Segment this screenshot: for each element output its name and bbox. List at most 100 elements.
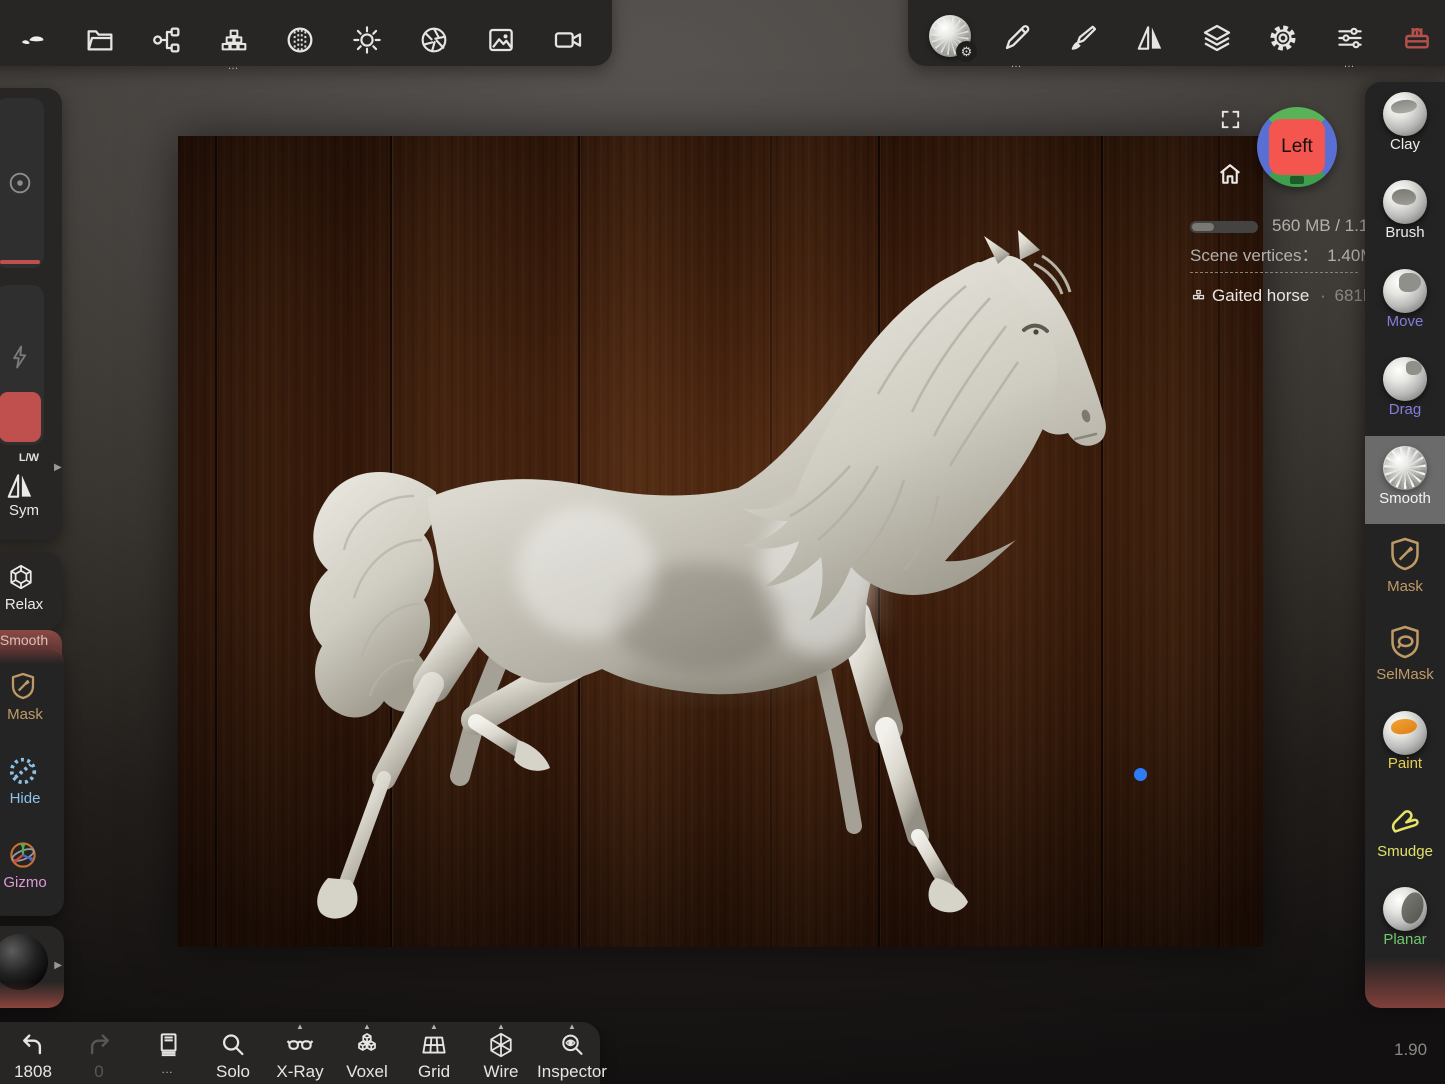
- hide-dither-icon[interactable]: [6, 754, 40, 788]
- radius-slider[interactable]: [0, 98, 44, 268]
- history-more-dots: …: [136, 1062, 200, 1076]
- voxel-button[interactable]: ▲ Voxel: [335, 1030, 399, 1082]
- camera-button[interactable]: [544, 16, 592, 64]
- fullscreen-icon[interactable]: [1219, 108, 1242, 131]
- tool-brush[interactable]: Brush: [1365, 170, 1445, 258]
- memory-progress-fill: [1192, 223, 1214, 231]
- settings-gear-icon: [1267, 22, 1299, 54]
- tool-drag[interactable]: Drag: [1365, 347, 1445, 435]
- scene-graph-button[interactable]: [143, 16, 191, 64]
- hide-label[interactable]: Hide: [0, 790, 64, 807]
- mask-hide-gizmo-panel: Mask Hide Gizmo: [0, 648, 64, 916]
- grid-icon: [419, 1030, 449, 1060]
- tool-smooth[interactable]: Smooth: [1365, 436, 1445, 524]
- tool-paint[interactable]: Paint: [1365, 701, 1445, 789]
- mask-shield-icon[interactable]: [7, 670, 39, 702]
- topology-button[interactable]: …: [210, 16, 258, 64]
- lighting-button[interactable]: [343, 16, 391, 64]
- gizmo-label[interactable]: Gizmo: [0, 874, 64, 891]
- symmetry-button[interactable]: [1126, 14, 1174, 62]
- paint-sphere-icon: [1383, 711, 1427, 755]
- wire-caret-icon[interactable]: ▲: [469, 1022, 533, 1031]
- radius-icon: [6, 169, 34, 197]
- toolbox-button[interactable]: [1393, 14, 1441, 62]
- symmetry-mirror-icon: [1134, 22, 1166, 54]
- app-logo-button[interactable]: [9, 16, 57, 64]
- brush-sliders-panel: L/W ▶ Sym: [0, 88, 62, 540]
- stroke-cursor-dot: [1134, 768, 1147, 781]
- active-tool-preview[interactable]: ⚙: [926, 12, 974, 60]
- tool-smudge[interactable]: Smudge: [1365, 789, 1445, 877]
- voxel-caret-icon[interactable]: ▲: [335, 1022, 399, 1031]
- material-sphere-icon: [284, 24, 316, 56]
- solo-button[interactable]: Solo: [201, 1030, 265, 1082]
- stroke-pencil-button[interactable]: …: [993, 14, 1041, 62]
- material-button[interactable]: [276, 16, 324, 64]
- painting-button[interactable]: [1059, 14, 1107, 62]
- horse-sculpture: [178, 136, 1263, 947]
- tool-settings-gear-icon[interactable]: ⚙: [956, 41, 977, 62]
- smudge-finger-icon: [1385, 799, 1425, 839]
- tool-move[interactable]: Move: [1365, 259, 1445, 347]
- scene-vertices-label: Scene vertices：: [1190, 246, 1319, 265]
- intensity-lightning-icon: [6, 343, 34, 371]
- home-view-icon[interactable]: [1216, 160, 1244, 188]
- sculpt-viewport[interactable]: [178, 136, 1263, 947]
- sliders-more-dots: …: [1326, 58, 1374, 70]
- zoom-level: 1.90: [1394, 1040, 1427, 1060]
- memory-progress-bar: [1190, 221, 1258, 233]
- tool-planar[interactable]: Planar: [1365, 877, 1445, 965]
- mask-label[interactable]: Mask: [0, 706, 64, 723]
- tool-list: Clay Brush Move Drag Smooth Mask SelMask: [1365, 82, 1445, 1008]
- tool-mask[interactable]: Mask: [1365, 524, 1445, 612]
- mesh-pyramid-icon: [1190, 287, 1207, 304]
- clay-sphere-icon: [1383, 92, 1427, 136]
- camera-video-icon: [552, 24, 584, 56]
- pencil-icon: [1001, 22, 1033, 54]
- bottom-toolbar: 1808 0 … Solo ▲: [0, 1022, 600, 1084]
- smooth-peek-label: Smooth: [0, 632, 62, 648]
- undo-button[interactable]: 1808: [1, 1030, 65, 1082]
- lw-badge: L/W: [12, 452, 46, 464]
- interface-button[interactable]: …: [1326, 14, 1374, 62]
- status-separator: [1190, 272, 1358, 273]
- topology-more-dots: …: [210, 60, 258, 72]
- inspector-caret-icon[interactable]: ▲: [532, 1022, 612, 1031]
- xray-caret-icon[interactable]: ▲: [268, 1022, 332, 1031]
- gizmo-orb-icon[interactable]: [6, 838, 40, 872]
- inspector-button[interactable]: ▲ Inspector: [532, 1030, 612, 1082]
- orientation-cube-face[interactable]: Left: [1269, 119, 1325, 175]
- layers-button[interactable]: [1193, 14, 1241, 62]
- panel-red-tint: [0, 648, 64, 664]
- interface-sliders-icon: [1334, 22, 1366, 54]
- material-ball-panel[interactable]: ▶: [0, 926, 64, 1008]
- mesh-row[interactable]: Gaited horse · 681k: [1190, 286, 1371, 306]
- orientation-cube[interactable]: Left: [1257, 107, 1337, 187]
- files-button[interactable]: [76, 16, 124, 64]
- history-button[interactable]: …: [136, 1030, 200, 1076]
- scene-graph-icon: [151, 24, 183, 56]
- tool-next-partial[interactable]: [1365, 966, 1445, 1008]
- grid-caret-icon[interactable]: ▲: [402, 1022, 466, 1031]
- selmask-shield-icon: [1385, 622, 1425, 662]
- pencil-more-dots: …: [993, 58, 1041, 70]
- relax-panel[interactable]: Relax: [0, 552, 62, 630]
- history-book-icon: [153, 1030, 183, 1060]
- post-process-button[interactable]: [410, 16, 458, 64]
- xray-button[interactable]: ▲ X-Ray: [268, 1030, 332, 1082]
- aperture-icon: [418, 24, 450, 56]
- redo-button[interactable]: 0: [67, 1030, 131, 1082]
- layers-icon: [1201, 22, 1233, 54]
- intensity-slider[interactable]: [0, 285, 44, 445]
- sym-expand-arrow[interactable]: ▶: [54, 462, 62, 473]
- grid-button[interactable]: ▲ Grid: [402, 1030, 466, 1082]
- settings-button[interactable]: [1259, 14, 1307, 62]
- tool-selmask[interactable]: SelMask: [1365, 612, 1445, 700]
- topbar-right: ⚙ …: [908, 0, 1445, 66]
- wire-button[interactable]: ▲ Wire: [469, 1030, 533, 1082]
- matcap-expand-arrow[interactable]: ▶: [54, 960, 62, 971]
- tool-clay[interactable]: Clay: [1365, 82, 1445, 170]
- sym-toggle[interactable]: Sym: [0, 502, 62, 519]
- mask-shield-icon: [1385, 534, 1425, 574]
- background-button[interactable]: [477, 16, 525, 64]
